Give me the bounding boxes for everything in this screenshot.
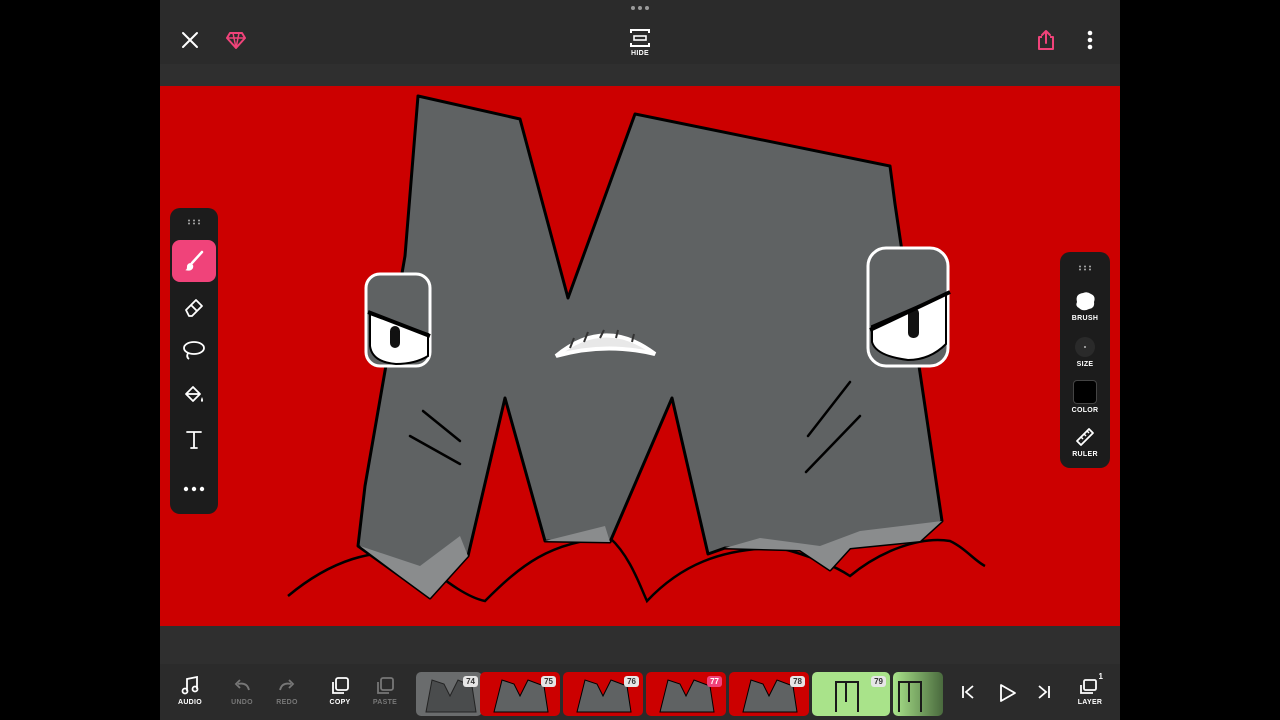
frame-thumbnail[interactable] (893, 672, 943, 716)
more-horizontal-icon (183, 486, 205, 492)
size-label: SIZE (1076, 361, 1094, 368)
redo-icon (279, 679, 295, 691)
hide-label: HIDE (631, 49, 649, 57)
lasso-icon (183, 341, 205, 360)
layer-label: LAYER (1077, 699, 1103, 706)
size-icon (1075, 337, 1095, 357)
more-tools-button[interactable] (172, 468, 216, 510)
close-icon (182, 32, 198, 48)
copy-icon (332, 677, 349, 694)
drawing-canvas[interactable] (160, 86, 1120, 626)
share-icon (1038, 30, 1054, 50)
brush-tool-button[interactable] (172, 240, 216, 282)
paste-button[interactable]: PASTE (365, 676, 405, 716)
frame-number: 78 (790, 676, 805, 687)
redo-button[interactable]: REDO (267, 676, 307, 716)
frame-thumbnail[interactable]: 74 (416, 672, 482, 716)
top-bar: HIDE (160, 0, 1120, 64)
next-frame-icon[interactable] (1036, 684, 1052, 700)
copy-button[interactable]: COPY (320, 676, 360, 716)
drag-handle-icon[interactable] (629, 4, 651, 12)
brush-icon (185, 250, 204, 271)
paint-bucket-icon (185, 386, 203, 402)
redo-label: REDO (276, 699, 298, 706)
frame-number: 76 (624, 676, 639, 687)
frame-thumbnail[interactable]: 78 (729, 672, 809, 716)
frame-thumbnail[interactable]: 76 (563, 672, 643, 716)
share-button[interactable] (1030, 24, 1062, 56)
frame-thumbnail-current[interactable]: 77 (646, 672, 726, 716)
frame-number: 75 (541, 676, 556, 687)
undo-icon (234, 679, 250, 691)
eraser-icon (185, 299, 203, 317)
hide-ui-button[interactable]: HIDE (620, 24, 660, 60)
frame-preview (898, 681, 922, 712)
bottom-bar: AUDIO UNDO REDO COPY PASTE 74 75 76 77 7… (160, 664, 1120, 720)
copy-label: COPY (329, 699, 351, 706)
audio-label: AUDIO (177, 699, 203, 706)
frame-thumbnail[interactable]: 79 (812, 672, 890, 716)
fill-tool-button[interactable] (172, 374, 216, 416)
ruler-label: RULER (1072, 451, 1098, 458)
previous-frame-icon[interactable] (960, 684, 976, 700)
more-vertical-icon (1087, 30, 1093, 50)
brush-style-button[interactable]: BRUSH (1060, 290, 1110, 322)
hide-icon (630, 28, 650, 47)
color-button[interactable]: COLOR (1060, 380, 1110, 414)
layer-count: 1 (1098, 672, 1103, 681)
brush-label: BRUSH (1071, 315, 1099, 322)
letter-m-drawing (287, 94, 986, 604)
music-note-icon (181, 676, 199, 695)
frame-number: 77 (707, 676, 722, 687)
size-button[interactable]: SIZE (1060, 336, 1110, 368)
gem-icon (226, 32, 246, 49)
frame-number: 74 (463, 676, 478, 687)
color-label: COLOR (1071, 407, 1099, 414)
play-icon[interactable] (996, 682, 1018, 704)
more-options-button[interactable] (1074, 24, 1106, 56)
paste-label: PASTE (372, 699, 398, 706)
text-tool-button[interactable] (172, 419, 216, 461)
undo-label: UNDO (231, 699, 253, 706)
toolbar-grip-icon[interactable] (1078, 265, 1092, 271)
right-toolbar: BRUSH SIZE COLOR RULER (1060, 252, 1110, 468)
eraser-tool-button[interactable] (172, 286, 216, 328)
close-button[interactable] (174, 24, 206, 56)
ruler-icon (1076, 428, 1094, 446)
ruler-button[interactable]: RULER (1060, 426, 1110, 458)
undo-button[interactable]: UNDO (222, 676, 262, 716)
lasso-tool-button[interactable] (172, 329, 216, 371)
app-window: HIDE BRUSH SIZE COLOR RULER AUDIO UNDO R… (160, 0, 1120, 720)
layer-button[interactable]: 1 LAYER (1070, 672, 1110, 716)
brush-shape-icon (1076, 292, 1095, 311)
premium-button[interactable] (220, 24, 252, 56)
toolbar-grip-icon[interactable] (187, 219, 201, 225)
text-icon (186, 431, 202, 449)
layer-icon-wrap: 1 (1079, 672, 1103, 696)
paste-icon (377, 677, 394, 694)
color-swatch (1073, 380, 1097, 404)
frame-number: 79 (871, 676, 886, 687)
frame-thumbnail[interactable]: 75 (480, 672, 560, 716)
audio-button[interactable]: AUDIO (170, 676, 210, 716)
left-toolbar (170, 208, 218, 514)
